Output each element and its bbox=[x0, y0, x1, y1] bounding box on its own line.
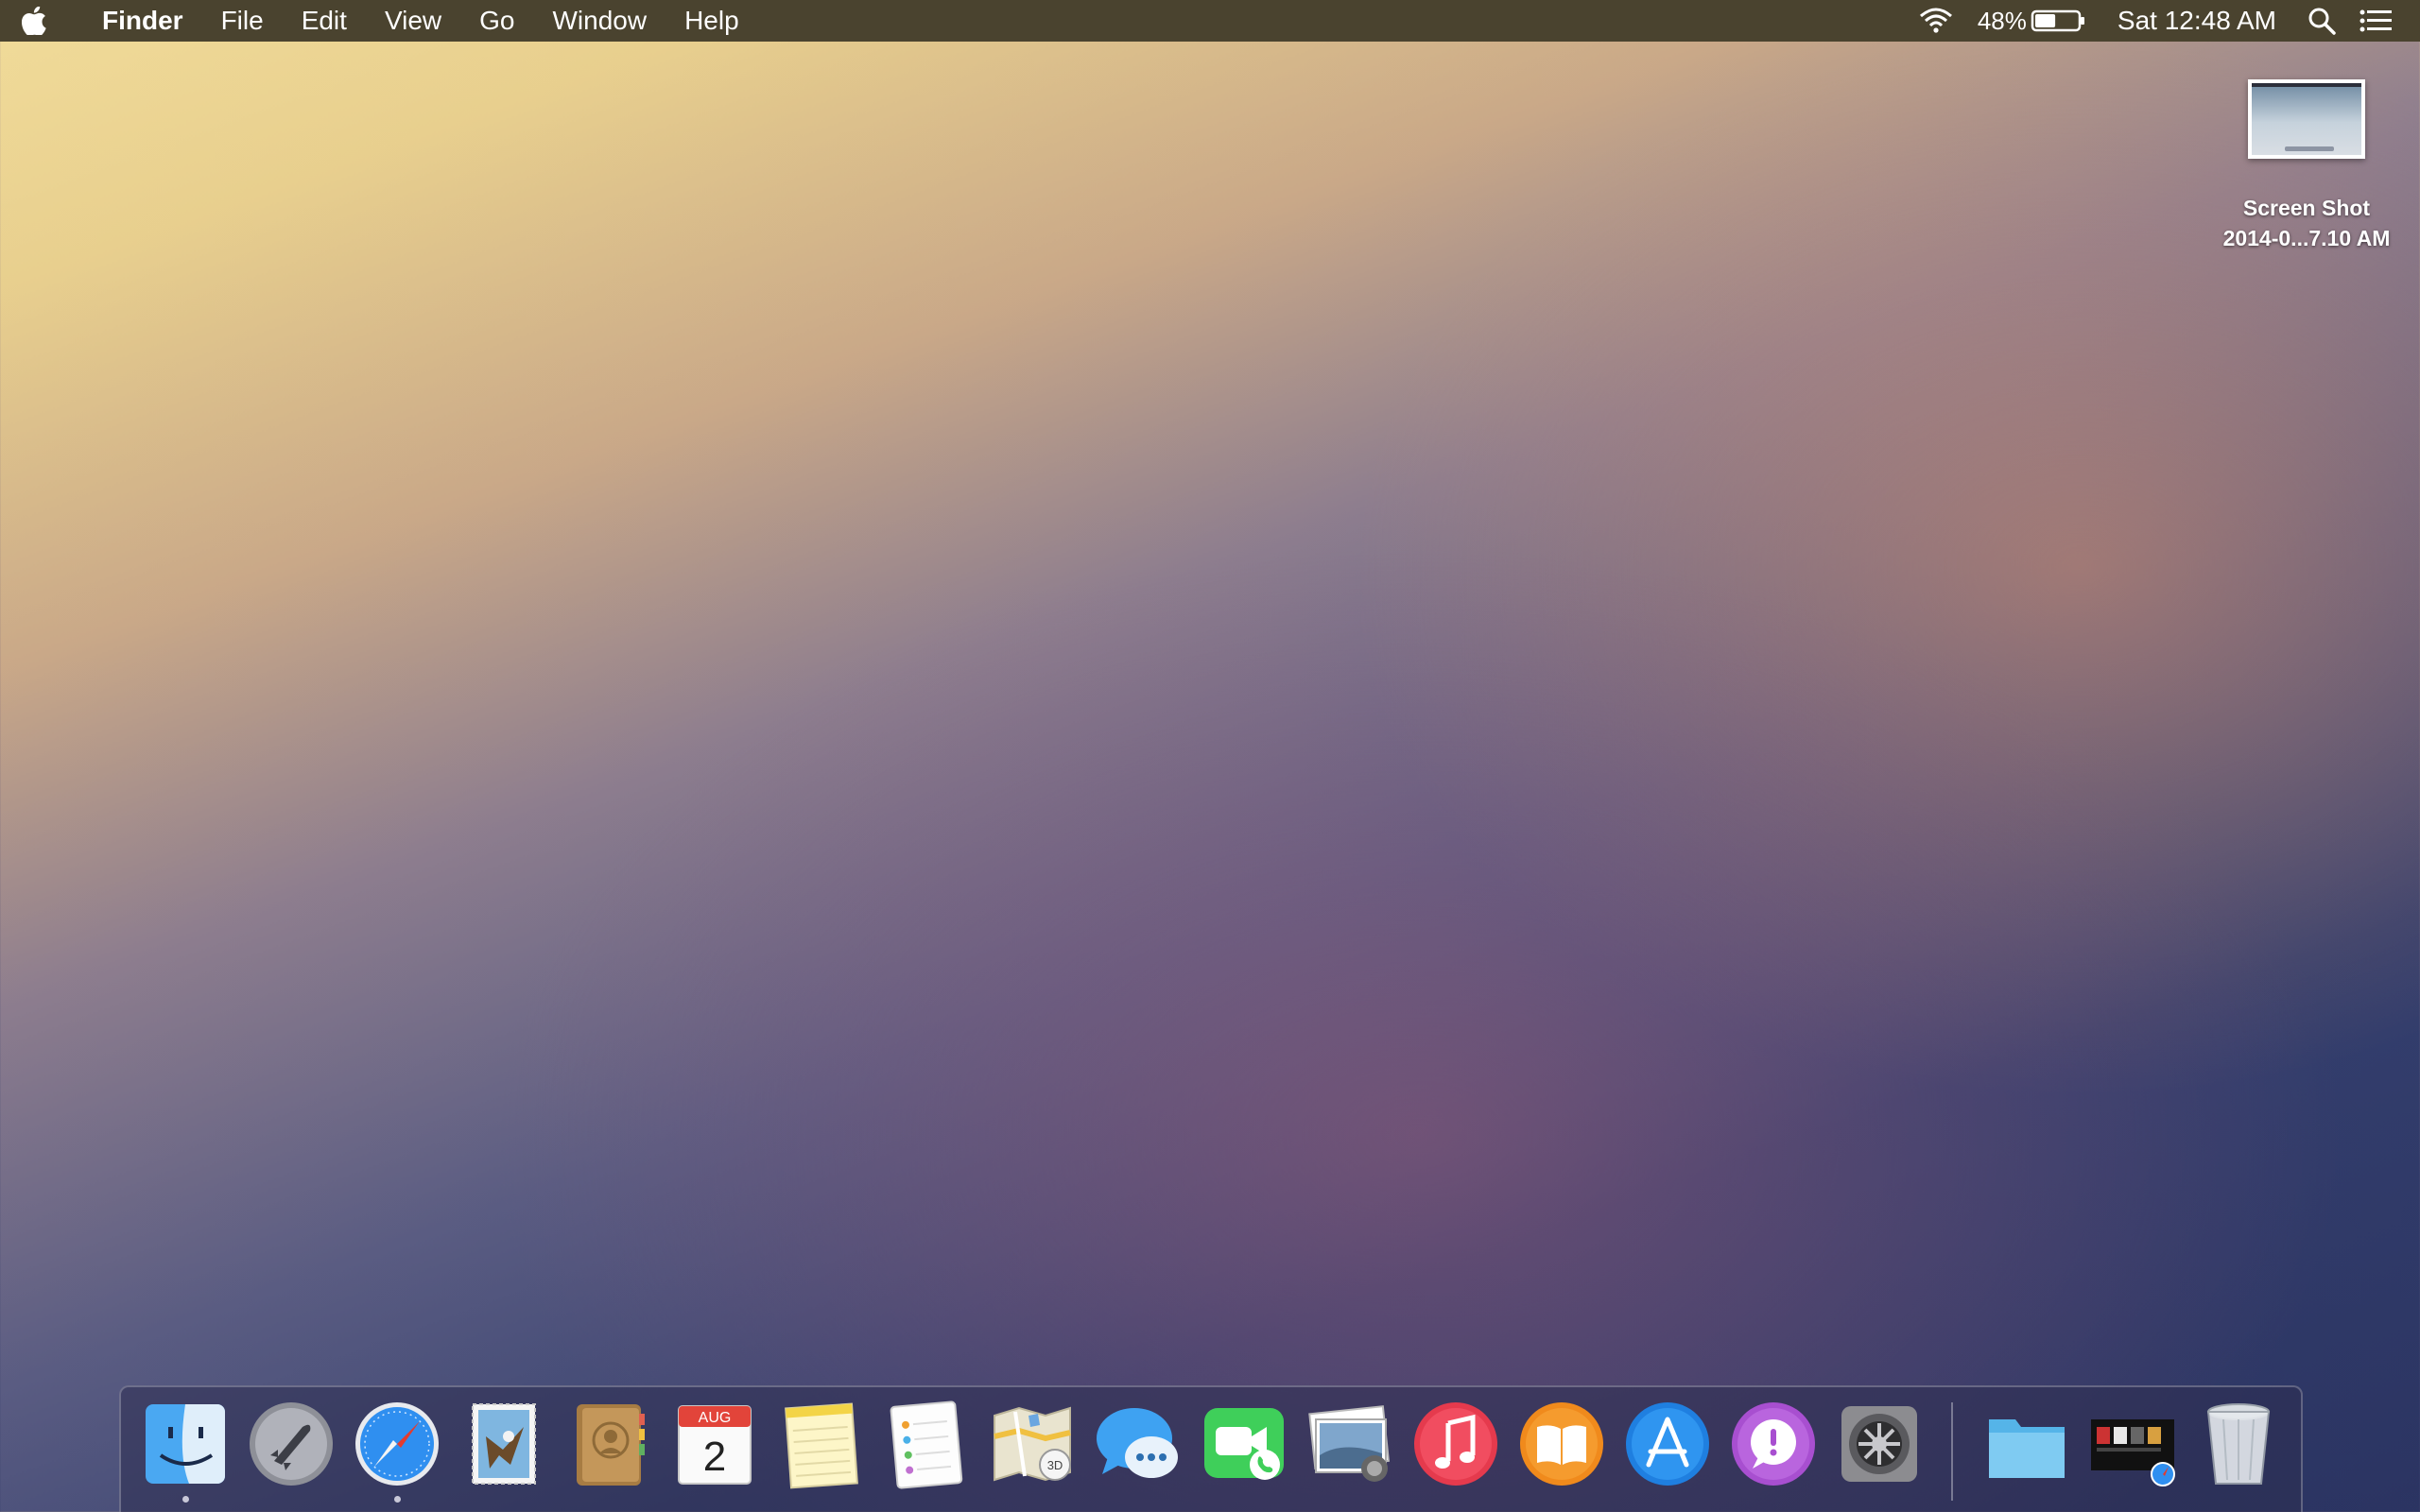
dock-launchpad[interactable] bbox=[246, 1399, 337, 1489]
dock-itunes[interactable] bbox=[1410, 1399, 1501, 1489]
facetime-camera-icon bbox=[1204, 1408, 1284, 1480]
dock-notes[interactable] bbox=[775, 1399, 866, 1489]
gear-icon bbox=[1841, 1406, 1917, 1482]
apple-logo-icon[interactable] bbox=[0, 0, 68, 42]
photos-icon bbox=[1308, 1405, 1391, 1482]
running-indicator bbox=[182, 1496, 189, 1503]
launchpad-rocket-icon bbox=[250, 1402, 333, 1486]
dock-contacts[interactable] bbox=[563, 1399, 654, 1489]
file-name-line2: 2014-0...7.10 AM bbox=[2222, 226, 2391, 250]
running-indicator bbox=[394, 1496, 401, 1503]
calendar-icon: AUG 2 bbox=[678, 1405, 752, 1485]
folder-icon bbox=[1989, 1419, 2065, 1478]
desktop-file-screenshot[interactable]: Screen Shot 2014-0...7.10 AM bbox=[2203, 79, 2411, 253]
menu-window[interactable]: Window bbox=[533, 0, 666, 42]
battery-percent: 48% bbox=[1977, 6, 2027, 35]
safari-compass-icon bbox=[355, 1402, 439, 1486]
menu-app-name[interactable]: Finder bbox=[68, 0, 202, 42]
file-name-line1: Screen Shot bbox=[2242, 196, 2371, 220]
dock-facetime[interactable] bbox=[1199, 1399, 1289, 1489]
menu-bar: Finder File Edit View Go Window Help 48%… bbox=[0, 0, 2420, 42]
dock-mail[interactable] bbox=[458, 1399, 548, 1489]
battery-icon bbox=[2031, 9, 2084, 32]
maps-icon: 3D bbox=[994, 1406, 1071, 1482]
desktop-file-label: Screen Shot 2014-0...7.10 AM bbox=[2203, 193, 2411, 253]
dock-safari[interactable] bbox=[352, 1399, 442, 1503]
menu-file[interactable]: File bbox=[202, 0, 283, 42]
notes-icon bbox=[785, 1402, 858, 1489]
dock-trash[interactable] bbox=[2193, 1399, 2284, 1489]
dock-maps[interactable]: 3D bbox=[987, 1399, 1078, 1489]
dock-messages[interactable] bbox=[1093, 1399, 1184, 1489]
ibooks-icon bbox=[1520, 1402, 1603, 1486]
list-icon[interactable] bbox=[2348, 0, 2420, 42]
dock-finder[interactable] bbox=[140, 1399, 231, 1503]
menu-go[interactable]: Go bbox=[460, 0, 533, 42]
messages-bubble-icon bbox=[1097, 1408, 1178, 1478]
dock-photos[interactable] bbox=[1305, 1399, 1395, 1489]
dock-feedback-assistant[interactable] bbox=[1728, 1399, 1819, 1489]
dock-system-preferences[interactable] bbox=[1834, 1399, 1925, 1489]
screenshot-thumbnail bbox=[2248, 79, 2365, 159]
maps-3d-badge: 3D bbox=[1047, 1458, 1063, 1472]
dock-app-store[interactable] bbox=[1622, 1399, 1713, 1489]
downloads-stack-icon bbox=[2091, 1419, 2175, 1486]
dock: AUG 2 3D bbox=[119, 1385, 2303, 1512]
dock-reminders[interactable] bbox=[881, 1399, 972, 1489]
reminders-icon bbox=[890, 1400, 963, 1489]
dock-documents-stack[interactable] bbox=[1981, 1399, 2072, 1489]
calendar-month: AUG bbox=[699, 1410, 732, 1426]
clock[interactable]: Sat 12:48 AM bbox=[2099, 0, 2295, 42]
menu-help[interactable]: Help bbox=[666, 0, 758, 42]
menu-edit[interactable]: Edit bbox=[283, 0, 366, 42]
finder-icon bbox=[146, 1404, 225, 1484]
menu-view[interactable]: View bbox=[366, 0, 460, 42]
dock-downloads-stack[interactable] bbox=[2087, 1399, 2178, 1489]
trash-icon bbox=[2206, 1403, 2271, 1485]
dock-ibooks[interactable] bbox=[1516, 1399, 1607, 1489]
calendar-day: 2 bbox=[703, 1434, 726, 1480]
wifi-icon[interactable] bbox=[1906, 0, 1966, 42]
app-store-icon bbox=[1626, 1402, 1709, 1486]
dock-calendar[interactable]: AUG 2 bbox=[669, 1399, 760, 1489]
feedback-exclamation-icon bbox=[1732, 1402, 1815, 1486]
itunes-music-note-icon bbox=[1414, 1402, 1497, 1486]
battery-status[interactable]: 48% bbox=[1966, 0, 2099, 42]
search-icon[interactable] bbox=[2295, 0, 2348, 42]
mail-stamp-icon bbox=[472, 1403, 536, 1485]
dock-separator bbox=[1951, 1402, 1953, 1501]
contacts-book-icon bbox=[577, 1404, 645, 1486]
